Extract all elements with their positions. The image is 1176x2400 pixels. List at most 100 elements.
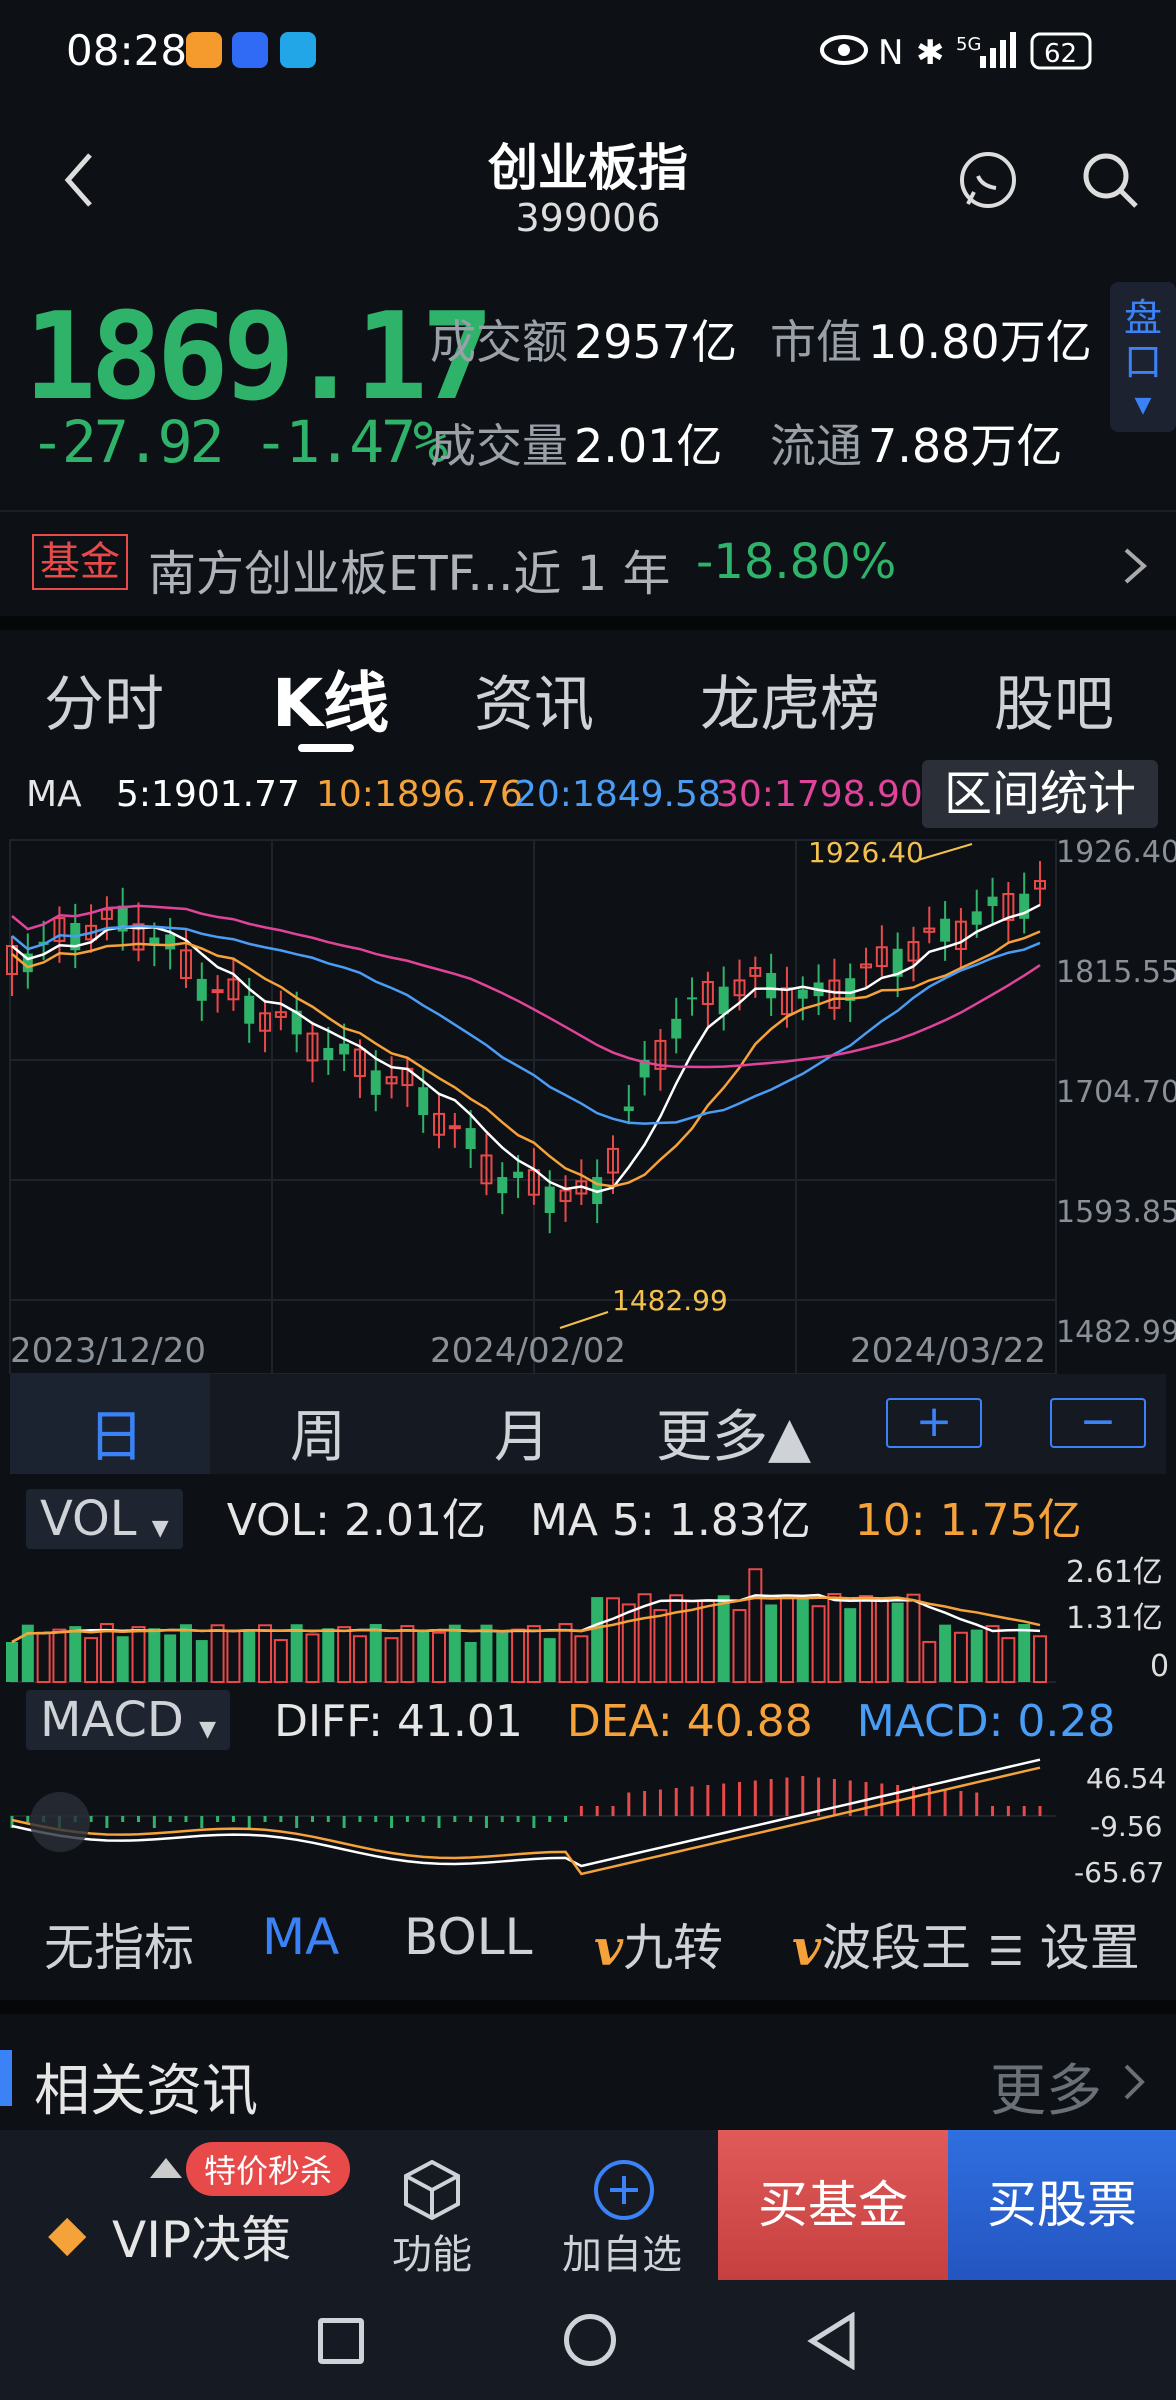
tab-active-indicator [298, 744, 354, 752]
buy-fund-button[interactable]: 买基金 [718, 2130, 948, 2280]
chat-icon[interactable] [956, 148, 1020, 212]
period-more[interactable]: 更多▲ [656, 1392, 811, 1473]
volume-bar [953, 1631, 968, 1684]
volume-bar [874, 1598, 889, 1683]
macd-diff: DIFF: 41.01 [274, 1696, 523, 1747]
indicator-ma[interactable]: MA [262, 1908, 339, 1966]
interval-stats-button[interactable]: 区间统计 [922, 760, 1158, 828]
volume-bar [827, 1593, 842, 1683]
news-more-link[interactable]: 更多 [990, 2046, 1102, 2127]
tab-forum[interactable]: 股吧 [994, 656, 1114, 743]
quote-panel: 1869.17 -27.92 -1.47% 成交额 2957亿 市值 10.80万亿… [0, 280, 1176, 500]
indicator-settings[interactable]: ☰ 设置 [988, 1908, 1140, 1980]
vol-tick: 2.61亿 [1066, 1555, 1163, 1590]
volume-bar [700, 1600, 715, 1683]
x-tick: 2024/02/02 [430, 1331, 626, 1371]
float-cap: 流通 7.88万亿 [770, 410, 1062, 476]
volume-bar [558, 1623, 573, 1684]
kline-chart[interactable]: 1926.40 1815.55 1704.70 1593.85 1482.99 … [0, 830, 1176, 1374]
last-price: 1869.17 [24, 288, 494, 427]
search-icon[interactable] [1080, 150, 1140, 210]
vol-dropdown-label: VOL [40, 1491, 137, 1547]
kline-y-axis: 1926.40 1815.55 1704.70 1593.85 1482.99 [1056, 835, 1176, 1350]
expand-icon[interactable] [30, 1792, 90, 1852]
volume-bar [400, 1625, 415, 1683]
indicator-boduanwang[interactable]: v波段王 [792, 1908, 971, 1980]
tab-fenshi[interactable]: 分时 [44, 656, 164, 743]
status-icons: N ✱ 5G 62 [820, 32, 1092, 73]
candle [544, 1186, 555, 1214]
volume-bar [448, 1624, 461, 1682]
vol-header: VOL ▼ VOL: 2.01亿 MA 5: 1.83亿 10: 1.75亿 [26, 1484, 1082, 1549]
volume-bar [116, 1636, 129, 1682]
volume-bar [258, 1624, 273, 1683]
buy-stock-button[interactable]: 买股票 [948, 2130, 1176, 2280]
volume-bar [543, 1638, 556, 1682]
volume-bar [290, 1624, 303, 1682]
volume-bar [685, 1600, 700, 1683]
indicator-jiuzhuan-label: 九转 [623, 1919, 724, 1977]
home-icon[interactable] [564, 2314, 616, 2366]
volume-bar [305, 1633, 320, 1683]
kline-grid [9, 839, 1057, 1374]
pankou-label-2: 口 [1123, 340, 1162, 384]
function-button[interactable]: 功能 [392, 2222, 472, 2280]
volume-bar [985, 1625, 1000, 1684]
period-month[interactable]: 月 [494, 1392, 550, 1473]
turnover-value: 2957亿 [574, 315, 738, 369]
pankou-button[interactable]: 盘 口 ▼ [1110, 282, 1176, 432]
dea-line [11, 1766, 1041, 1876]
candle [165, 934, 176, 950]
candle [370, 1070, 381, 1095]
period-day[interactable]: 日 [88, 1392, 144, 1473]
volume-bar [939, 1624, 952, 1682]
macd-chart[interactable]: 46.54 -9.56 -65.67 [0, 1756, 1176, 1890]
volume-value: 2.01亿 [574, 419, 723, 473]
content-tabs: 分时 K线 资讯 龙虎榜 股吧 [0, 636, 1176, 756]
add-watchlist-button[interactable]: 加自选 [562, 2222, 682, 2280]
caret-down-icon: ▼ [199, 1717, 217, 1742]
section-marker [0, 2050, 12, 2106]
volume-bar [226, 1630, 241, 1683]
volume-bar [970, 1629, 983, 1682]
indicator-boll[interactable]: BOLL [404, 1908, 533, 1966]
fund-promo-bar[interactable]: 基金 南方创业板ETF...近 1 年 -18.80% [0, 510, 1176, 616]
settings-label: 设置 [1039, 1919, 1140, 1977]
vol-dropdown[interactable]: VOL ▼ [26, 1489, 183, 1549]
macd-dropdown[interactable]: MACD ▼ [26, 1690, 231, 1750]
recent-apps-icon[interactable] [318, 2318, 364, 2364]
tab-dragon-tiger[interactable]: 龙虎榜 [700, 656, 880, 743]
indicator-jiuzhuan[interactable]: v九转 [594, 1908, 723, 1980]
indicator-none[interactable]: 无指标 [44, 1908, 194, 1980]
vip-button[interactable]: VIP决策 [112, 2200, 291, 2272]
zoom-out-button[interactable]: − [1050, 1398, 1146, 1448]
macd-bars [10, 1776, 1042, 1828]
v-badge-icon: v [594, 1918, 624, 1977]
volume-bar [369, 1624, 382, 1682]
tab-kline[interactable]: K线 [272, 650, 389, 746]
candle [797, 989, 808, 999]
volume-bar [384, 1637, 399, 1683]
macd-tick: -65.67 [1074, 1856, 1164, 1889]
kline-x-axis: 2023/12/20 2024/02/02 2024/03/22 [10, 1331, 1046, 1371]
ma30-value: 30:1798.90 [716, 774, 923, 815]
volume-chart[interactable]: 2.61亿 1.31亿 0 [0, 1548, 1176, 1686]
volume-bar [480, 1624, 493, 1682]
volume-bar [99, 1623, 114, 1684]
volume-bar [52, 1628, 67, 1683]
fund-performance: -18.80% [696, 534, 897, 590]
volume-bar [337, 1626, 352, 1684]
period-week[interactable]: 周 [290, 1392, 346, 1473]
candles [6, 861, 1046, 1234]
volume-bar [796, 1597, 809, 1682]
volume-bar [765, 1604, 778, 1682]
battery-level: 62 [1044, 39, 1077, 69]
settings-icon: ☰ [988, 1929, 1024, 1975]
back-nav-icon[interactable] [806, 2312, 858, 2370]
y-tick: 1704.70 [1056, 1075, 1176, 1110]
vol-ma10: 10: 1.75亿 [854, 1495, 1082, 1546]
volume-bar [717, 1595, 730, 1682]
tab-news[interactable]: 资讯 [474, 656, 594, 743]
candle [465, 1128, 476, 1150]
zoom-in-button[interactable]: + [886, 1398, 982, 1448]
